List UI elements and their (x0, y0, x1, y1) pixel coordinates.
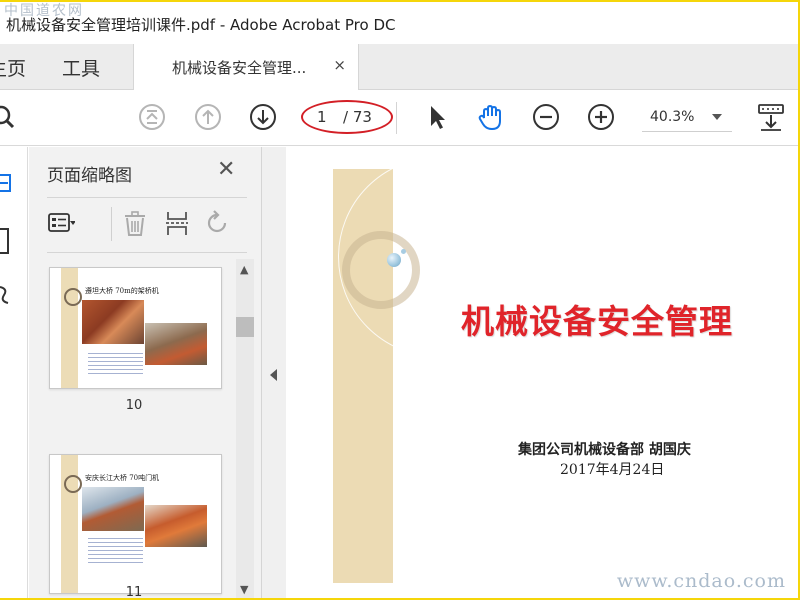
close-panel-button[interactable]: ✕ (217, 157, 235, 182)
hand-tool-icon[interactable] (476, 102, 506, 132)
trash-icon[interactable] (121, 209, 149, 237)
document-tab-label: 机械设备安全管理... (172, 59, 307, 77)
scrollbar-thumb[interactable] (236, 317, 254, 337)
slide-decor-ring (342, 231, 420, 309)
zoom-out-icon[interactable] (531, 102, 561, 132)
slide-author: 集团公司机械设备部 胡国庆 (518, 442, 691, 458)
slide-decor-bubble (401, 249, 406, 254)
panel-tools-divider (111, 207, 112, 241)
chevron-down-icon (712, 114, 722, 120)
page-thumbnail-10[interactable]: 遵坦大桥 70m的架桥机 (49, 267, 222, 389)
next-page-icon[interactable] (248, 102, 278, 132)
thumbnail-options-icon[interactable] (47, 209, 75, 237)
thumb-decor-ring (64, 288, 82, 306)
acrobat-window: 中国道农网 机械设备安全管理培训课件.pdf - Adobe Acrobat P… (0, 2, 798, 598)
slide-title: 机械设备安全管理 (461, 302, 733, 341)
panel-divider (47, 197, 247, 198)
insert-pages-icon[interactable] (163, 209, 191, 237)
thumb-decor-ring (64, 475, 82, 493)
tab-document[interactable]: 机械设备安全管理... × (133, 44, 359, 90)
thumb-text-block (88, 350, 143, 374)
panel-divider (47, 252, 247, 253)
thumbnail-scrollbar[interactable]: ▲ ▼ (236, 259, 254, 598)
watermark-bottom: www.cndao.com (616, 570, 786, 592)
search-icon[interactable] (0, 102, 22, 132)
scroll-down-arrow[interactable]: ▼ (240, 583, 248, 596)
title-bar: 机械设备安全管理培训课件.pdf - Adobe Acrobat Pro DC (0, 2, 798, 44)
first-page-icon[interactable] (137, 102, 167, 132)
thumb-photo (145, 323, 207, 365)
page-thumbnail-11[interactable]: 安庆长江大桥 70吨门机 (49, 454, 222, 594)
page-number-label: 11 (125, 585, 143, 598)
zoom-level-dropdown[interactable]: 40.3% (642, 106, 732, 132)
document-viewer[interactable]: 机械设备安全管理 集团公司机械设备部 胡国庆 2017年4月24日 (286, 147, 798, 598)
thumb-photo (82, 487, 144, 531)
main-toolbar: 1 / 73 40.3% (0, 90, 798, 146)
close-tab-button[interactable]: × (333, 56, 346, 74)
page-number-label: 10 (125, 398, 143, 413)
panel-toolbar (47, 207, 247, 241)
collapse-arrow-icon[interactable] (270, 369, 277, 381)
thumb-photo (82, 300, 144, 344)
thumb-heading: 遵坦大桥 70m的架桥机 (85, 287, 159, 295)
zoom-in-icon[interactable] (586, 102, 616, 132)
panel-title: 页面缩略图 (47, 166, 132, 186)
red-annotation-oval (301, 100, 393, 134)
scroll-up-arrow[interactable]: ▲ (240, 263, 248, 276)
zoom-value: 40.3% (650, 109, 695, 125)
prev-page-icon[interactable] (193, 102, 223, 132)
thumb-decor-strip (61, 268, 78, 388)
select-pointer-icon[interactable] (422, 102, 452, 132)
page-layout-icon[interactable] (756, 102, 786, 132)
bookmarks-icon[interactable] (0, 225, 14, 257)
navigation-rail (0, 147, 28, 598)
watermark-top: 中国道农网 (4, 3, 84, 19)
attachments-icon[interactable] (0, 281, 14, 307)
panel-collapse-gutter[interactable] (262, 147, 286, 598)
tab-bar: 主页 工具 机械设备安全管理... × (0, 44, 798, 90)
thumb-text-block (88, 535, 143, 565)
toolbar-divider (396, 102, 397, 134)
rotate-icon[interactable] (203, 209, 231, 237)
tab-tools[interactable]: 工具 (62, 54, 100, 81)
tab-home[interactable]: 主页 (0, 54, 26, 81)
page-thumbnails-panel: 页面缩略图 ✕ ▲ ▼ 遵坦大桥 70m的架桥机 10 安庆长江大桥 70吨门机… (29, 147, 262, 598)
thumb-heading: 安庆长江大桥 70吨门机 (85, 474, 160, 482)
thumb-photo (145, 505, 207, 547)
page-thumbnails-icon[interactable] (0, 169, 14, 197)
slide-date: 2017年4月24日 (560, 462, 665, 478)
slide-decor-bubble (387, 253, 401, 267)
